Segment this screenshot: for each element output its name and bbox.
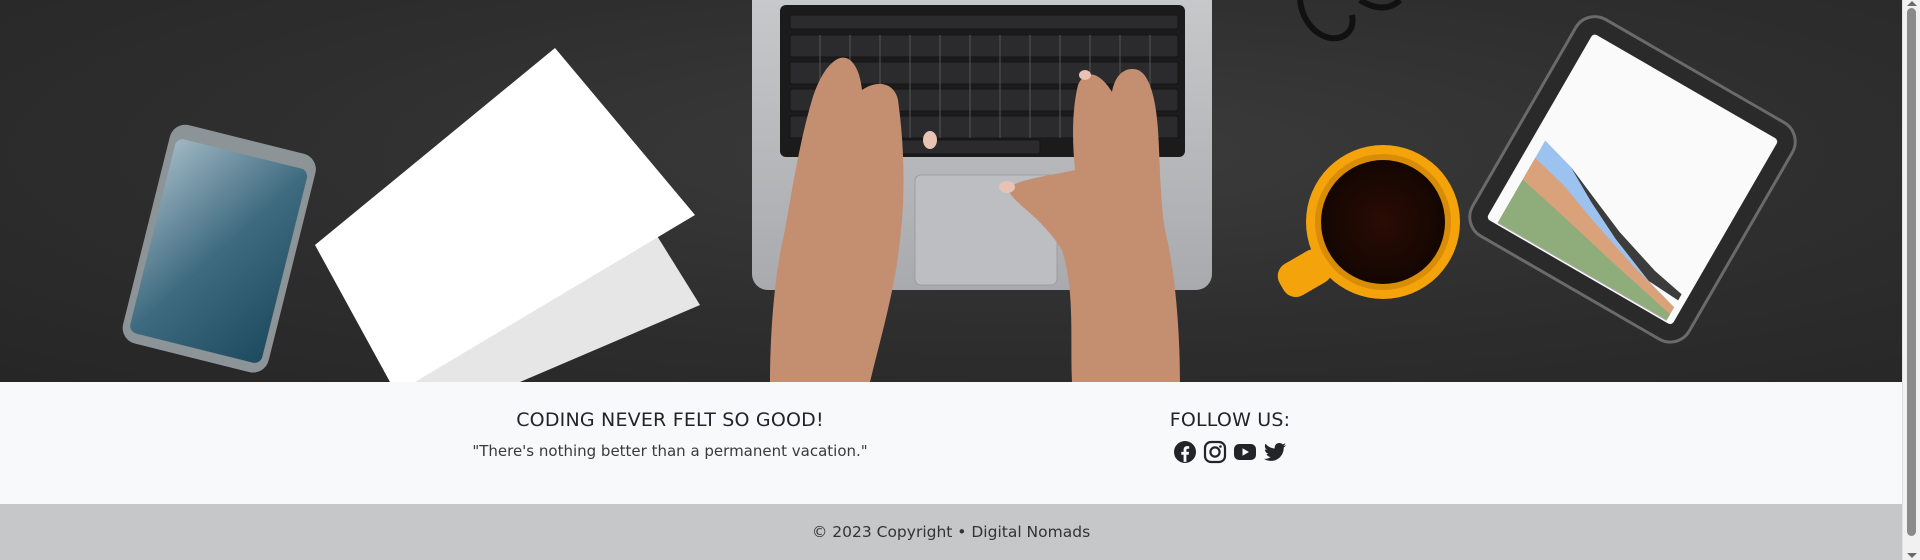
footer-tagline-section: CODING NEVER FELT SO GOOD! "There's noth… — [470, 407, 870, 461]
tablet — [1468, 15, 1797, 344]
instagram-link[interactable] — [1203, 440, 1227, 464]
social-links — [1130, 440, 1330, 464]
glasses — [1297, 0, 1403, 42]
scroll-down-arrow-icon[interactable] — [1907, 553, 1917, 558]
facebook-icon — [1174, 441, 1196, 463]
instagram-icon — [1203, 440, 1227, 464]
vertical-scrollbar[interactable] — [1902, 0, 1920, 560]
twitter-link[interactable] — [1263, 440, 1287, 464]
footer-tagline-heading: CODING NEVER FELT SO GOOD! — [516, 409, 824, 431]
copyright-text: © 2023 Copyright • Digital Nomads — [811, 523, 1091, 541]
footer: CODING NEVER FELT SO GOOD! "There's noth… — [0, 382, 1902, 504]
footer-social-section: FOLLOW US: — [1130, 407, 1330, 464]
twitter-icon — [1264, 443, 1286, 461]
copyright-bar: © 2023 Copyright • Digital Nomads — [0, 504, 1902, 560]
youtube-link[interactable] — [1233, 440, 1257, 464]
scrollbar-thumb[interactable] — [1907, 8, 1916, 536]
youtube-icon — [1234, 444, 1256, 460]
facebook-link[interactable] — [1173, 440, 1197, 464]
desk-photo-illustration — [122, 0, 1797, 382]
papers — [315, 48, 700, 382]
phone — [122, 124, 316, 373]
footer-quote: "There's nothing better than a permanent… — [472, 442, 868, 460]
follow-us-heading: FOLLOW US: — [1169, 409, 1291, 431]
hero-image — [0, 0, 1902, 382]
coffee-cup — [1277, 145, 1460, 299]
scroll-up-arrow-icon[interactable] — [1907, 1, 1917, 6]
